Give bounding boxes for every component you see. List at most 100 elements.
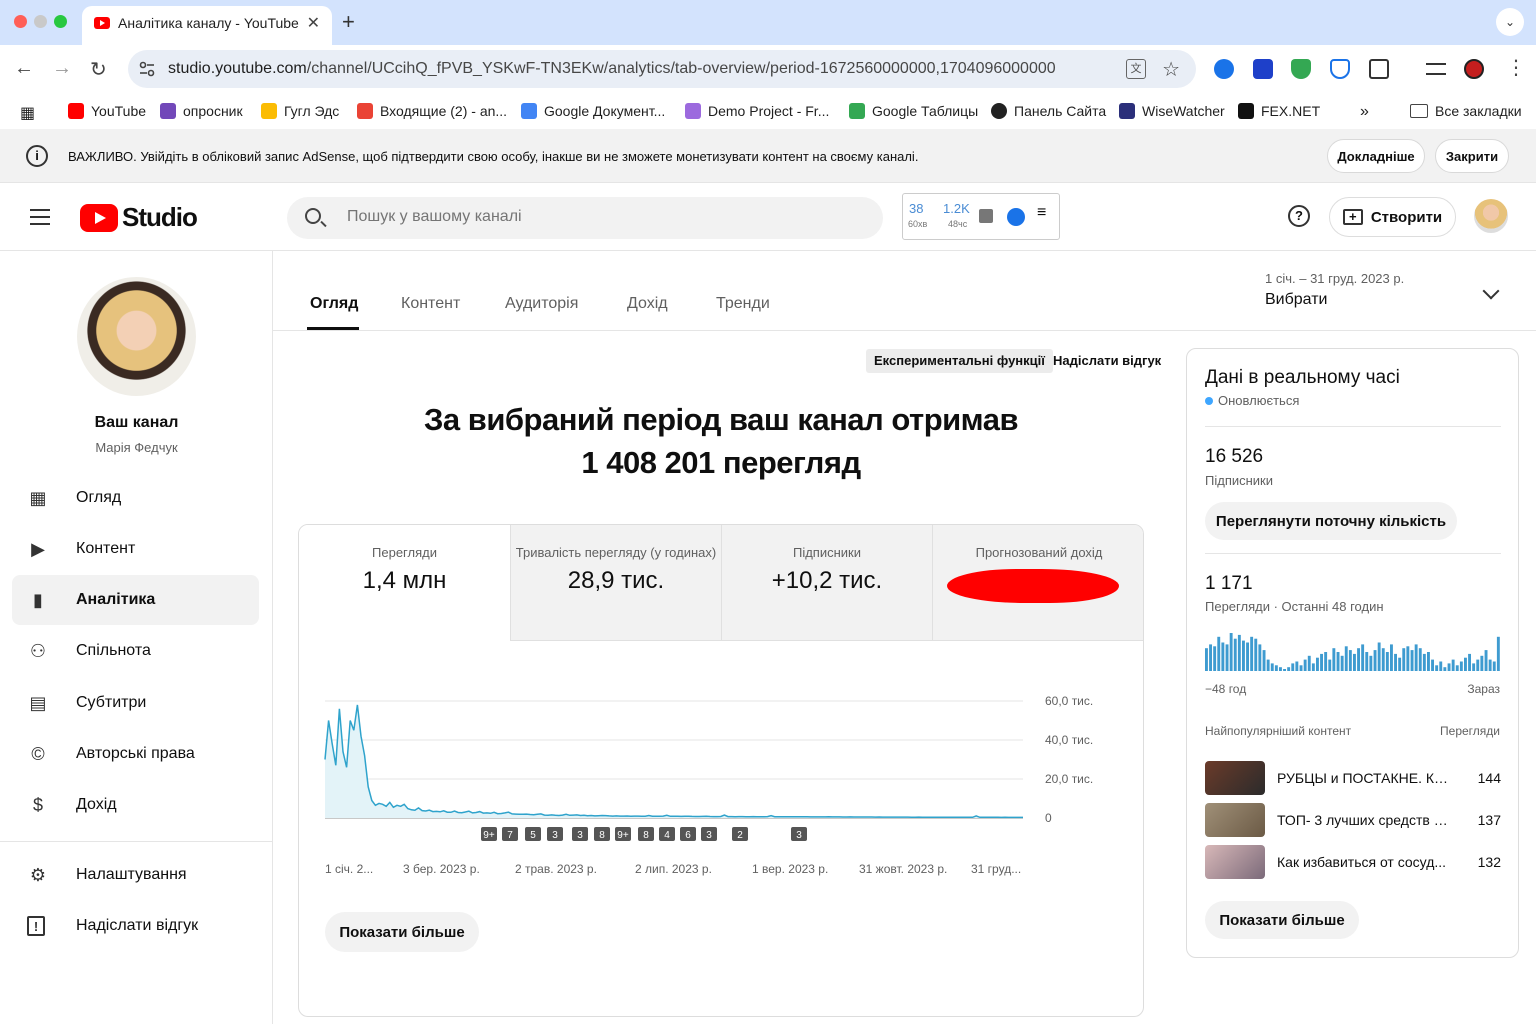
realtime-show-more-button[interactable]: Показати більше <box>1205 901 1359 939</box>
studio-logo[interactable]: Studio <box>80 202 198 233</box>
extension-shield-blue-icon[interactable] <box>1330 59 1350 79</box>
show-more-button[interactable]: Показати більше <box>325 912 479 952</box>
bookmark-google-sheets[interactable]: Google Таблицы <box>849 103 978 119</box>
sidebar-item-community[interactable]: ⚇ Спільнота <box>12 626 259 676</box>
close-window-button[interactable] <box>14 15 27 28</box>
sidebar-item-earn[interactable]: $ Дохід <box>12 780 259 830</box>
extensions-puzzle-icon[interactable] <box>1369 59 1389 79</box>
new-tab-button[interactable]: + <box>342 9 355 35</box>
tab-content[interactable]: Контент <box>401 295 460 313</box>
views-chart[interactable]: 60,0 тис. 40,0 тис. 20,0 тис. 0 9+ 7 5 3 3 8 9+ 8 4 6… <box>299 675 1144 885</box>
sidebar-item-content[interactable]: ▶ Контент <box>12 524 259 574</box>
back-arrow-icon[interactable]: ← <box>14 57 34 80</box>
period-select-label[interactable]: Вибрати <box>1265 291 1327 309</box>
realtime-bar <box>1348 650 1352 671</box>
bookmark-site-panel[interactable]: Панель Сайта <box>991 103 1106 119</box>
tab-revenue[interactable]: Дохід <box>627 295 668 313</box>
realtime-bar <box>1225 644 1229 671</box>
sidebar: Ваш канал Марія Федчук ▦ Огляд ▶ Контент… <box>0 251 273 1024</box>
minimize-window-button[interactable] <box>34 15 47 28</box>
bookmark-google-ads[interactable]: Гугл Эдс <box>261 103 339 119</box>
tab-search-button[interactable]: ⌄ <box>1496 8 1524 36</box>
tab-close-icon[interactable]: ✕ <box>307 13 320 33</box>
metric-views[interactable]: Перегляди 1,4 млн <box>299 525 510 641</box>
search-icon[interactable] <box>305 208 321 224</box>
realtime-bar <box>1439 661 1443 671</box>
video-publish-marker-label: 2 <box>737 830 743 841</box>
realtime-bar <box>1279 667 1282 671</box>
sidebar-item-subtitles[interactable]: ▤ Субтитри <box>12 678 259 728</box>
bookmark-star-icon[interactable]: ☆ <box>1162 57 1180 82</box>
site-settings-icon[interactable] <box>138 60 156 78</box>
video-publish-marker-label: 5 <box>530 830 536 841</box>
see-live-count-button[interactable]: Переглянути поточну кількість <box>1205 502 1457 540</box>
metric-estimated-revenue[interactable]: Прогнозований дохід <box>932 525 1143 641</box>
address-bar[interactable]: studio.youtube.com/channel/UCcihQ_fPVB_Y… <box>128 50 1196 88</box>
browser-menu-icon[interactable]: ⋮ <box>1506 55 1526 80</box>
sidebar-item-analytics[interactable]: ▮ Аналітика <box>12 575 259 625</box>
tab-trends[interactable]: Тренди <box>716 295 770 313</box>
forward-arrow-icon[interactable]: → <box>52 57 72 80</box>
redaction-mark <box>947 569 1119 603</box>
browser-tab[interactable]: Аналітика каналу - YouTube ✕ <box>82 6 332 45</box>
profile-icon[interactable] <box>1464 59 1484 79</box>
video-thumbnail <box>1205 761 1265 795</box>
reload-icon[interactable]: ↻ <box>90 57 107 82</box>
bar-chart-icon[interactable] <box>979 209 993 223</box>
realtime-bar <box>1373 650 1377 671</box>
realtime-bar <box>1209 644 1212 671</box>
period-headline: За вибраний період ваш канал отримав 1 4… <box>298 398 1144 484</box>
bookmark-survey[interactable]: опросник <box>160 103 243 119</box>
chevron-down-icon[interactable] <box>1482 282 1500 300</box>
bookmark-gmail[interactable]: Входящие (2) - an... <box>357 103 507 119</box>
bookmark-google-docs[interactable]: Google Документ... <box>521 103 665 119</box>
list-menu-icon[interactable]: ≡ <box>1037 204 1046 222</box>
metric-watch-time[interactable]: Тривалість перегляду (у годинах) 28,9 ти… <box>510 525 721 641</box>
apps-grid-icon[interactable]: ▦ <box>20 103 35 123</box>
translate-icon[interactable]: 文 <box>1126 59 1146 79</box>
sidebar-item-copyright[interactable]: © Авторські права <box>12 729 259 779</box>
sidebar-item-dashboard[interactable]: ▦ Огляд <box>12 473 259 523</box>
bookmark-fexnet[interactable]: FEX.NET <box>1238 103 1320 119</box>
send-feedback-link[interactable]: Надіслати відгук <box>1053 353 1161 368</box>
search-input[interactable] <box>347 208 847 226</box>
experimental-features-badge[interactable]: Експериментальні функції <box>866 349 1053 373</box>
top-content-item[interactable]: РУБЦЫ и ПОСТАКНЕ. Ка... 144 <box>1205 761 1501 797</box>
learn-more-button[interactable]: Докладніше <box>1327 139 1425 173</box>
realtime-bar <box>1213 646 1217 671</box>
channel-avatar[interactable] <box>77 277 196 396</box>
sidebar-item-feedback[interactable]: ! Надіслати відгук <box>12 901 259 951</box>
dismiss-notice-button[interactable]: Закрити <box>1435 139 1509 173</box>
extension-shield-icon[interactable] <box>1291 59 1311 79</box>
account-avatar[interactable] <box>1474 199 1508 233</box>
video-thumbnail <box>1205 845 1265 879</box>
stats-extension-widget[interactable]: 38 60хв 1.2K 48чс ≡ <box>902 193 1060 240</box>
realtime-bar <box>1242 640 1245 671</box>
menu-icon[interactable] <box>30 209 50 225</box>
metric-subscribers[interactable]: Підписники +10,2 тис. <box>721 525 932 641</box>
bookmark-wisewatcher[interactable]: WiseWatcher <box>1119 103 1225 119</box>
realtime-bars-chart[interactable] <box>1205 631 1501 671</box>
extension-logo-icon[interactable] <box>1007 208 1025 226</box>
more-bookmarks-button[interactable]: » <box>1360 103 1369 121</box>
period-range[interactable]: 1 січ. – 31 груд. 2023 р. <box>1265 271 1404 286</box>
dashboard-icon: ▦ <box>29 487 47 508</box>
tab-audience[interactable]: Аудиторія <box>505 295 578 313</box>
sidebar-item-settings[interactable]: ⚙ Налаштування <box>12 850 259 900</box>
extension-m-icon[interactable] <box>1253 59 1273 79</box>
x-tick-label: 2 лип. 2023 р. <box>635 862 712 876</box>
top-content-item[interactable]: Как избавиться от сосуд... 132 <box>1205 845 1501 881</box>
bookmark-youtube[interactable]: YouTube <box>68 103 146 119</box>
extension-1-icon[interactable] <box>1214 59 1234 79</box>
help-icon[interactable]: ? <box>1288 205 1310 227</box>
create-button[interactable]: + Створити <box>1329 197 1456 237</box>
all-bookmarks-button[interactable]: Все закладки <box>1410 103 1522 119</box>
bookmark-demo-project[interactable]: Demo Project - Fr... <box>685 103 829 119</box>
zoom-window-button[interactable] <box>54 15 67 28</box>
channel-search[interactable] <box>287 197 883 239</box>
realtime-bar <box>1369 655 1373 671</box>
top-content-item[interactable]: ТОП- 3 лучших средств о... 137 <box>1205 803 1501 839</box>
sidebar-divider <box>0 841 272 842</box>
tab-overview[interactable]: Огляд <box>310 295 358 313</box>
media-controls-icon[interactable] <box>1426 63 1446 75</box>
